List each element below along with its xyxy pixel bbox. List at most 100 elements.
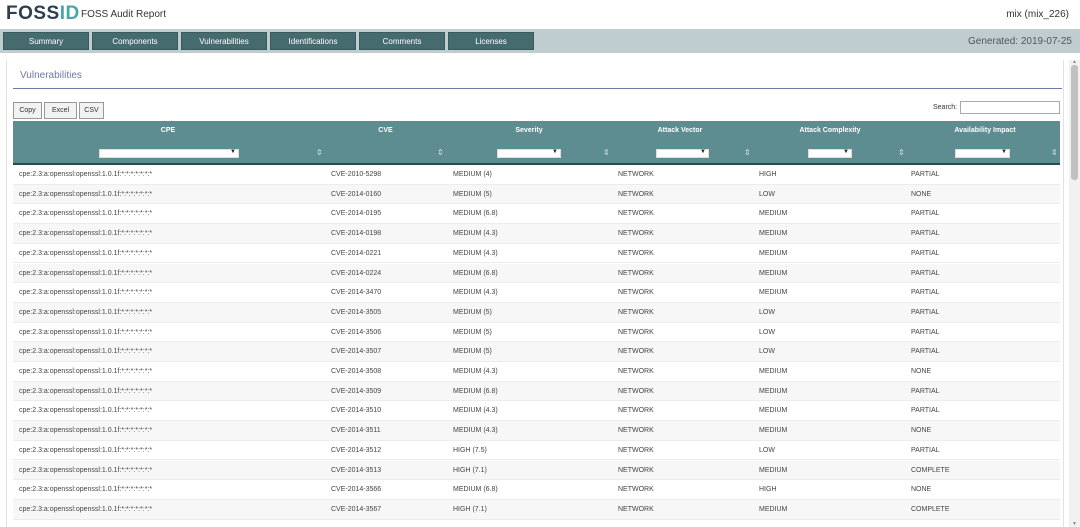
table-row[interactable]: cpe:2.3:a:openssl:openssl:1.0.1f:*:*:*:*… [13,362,1060,382]
cell-availability-impact: PARTIAL [911,210,940,218]
cell-cve: CVE-2014-3505 [331,308,382,316]
col-header-availability-impact[interactable]: Availability Impact [910,127,1060,134]
cell-cve: CVE-2014-0195 [331,210,382,218]
cell-attack-complexity: MEDIUM [759,210,788,218]
cell-cpe: cpe:2.3:a:openssl:openssl:1.0.1f:*:*:*:*… [19,210,153,218]
cell-cve: CVE-2014-0224 [331,269,382,277]
cell-severity: MEDIUM (6.8) [453,486,498,494]
cell-availability-impact: PARTIAL [911,446,940,454]
cell-severity: MEDIUM (4.3) [453,230,498,238]
filter-attack-complexity-select[interactable]: ▼ [808,149,852,158]
cell-severity: MEDIUM (4.3) [453,249,498,257]
table-row[interactable]: cpe:2.3:a:openssl:openssl:1.0.1f:*:*:*:*… [13,224,1060,244]
cell-attack-complexity: MEDIUM [759,387,788,395]
cell-attack-vector: NETWORK [618,269,654,277]
cell-cpe: cpe:2.3:a:openssl:openssl:1.0.1f:*:*:*:*… [19,368,153,375]
chevron-down-icon: ▼ [1001,149,1007,155]
col-header-attack-vector[interactable]: Attack Vector [610,127,750,134]
cell-cve: CVE-2010-5298 [331,171,382,178]
cell-attack-complexity: HIGH [759,171,777,178]
tab-licenses[interactable]: Licenses [448,32,534,50]
table-row[interactable]: cpe:2.3:a:openssl:openssl:1.0.1f:*:*:*:*… [13,342,1060,362]
table-row[interactable]: cpe:2.3:a:openssl:openssl:1.0.1f:*:*:*:*… [13,283,1060,303]
cell-availability-impact: NONE [911,190,932,198]
sort-icon[interactable]: ⇕ [1051,148,1058,157]
cell-cve: CVE-2014-0198 [331,230,382,238]
table-row[interactable]: cpe:2.3:a:openssl:openssl:1.0.1f:*:*:*:*… [13,204,1060,225]
sort-icon[interactable]: ⇕ [316,148,323,157]
tab-comments[interactable]: Comments [359,32,445,50]
col-header-cpe[interactable]: CPE [13,127,323,134]
fossid-logo: FOSSID [6,3,80,24]
page-scrollbar[interactable]: ▲ ▼ [1069,60,1080,527]
chevron-down-icon: ▼ [843,149,849,155]
cell-attack-vector: NETWORK [618,210,654,218]
sort-icon[interactable]: ⇕ [744,148,751,157]
table-row[interactable]: cpe:2.3:a:openssl:openssl:1.0.1f:*:*:*:*… [13,441,1060,461]
table-row[interactable]: cpe:2.3:a:openssl:openssl:1.0.1f:*:*:*:*… [13,499,1060,520]
cell-cpe: cpe:2.3:a:openssl:openssl:1.0.1f:*:*:*:*… [19,466,153,474]
cell-cpe: cpe:2.3:a:openssl:openssl:1.0.1f:*:*:*:*… [19,308,153,316]
cell-attack-vector: NETWORK [618,328,654,336]
sort-icon[interactable]: ⇕ [898,148,905,157]
col-header-severity[interactable]: Severity [448,127,610,134]
cell-severity: MEDIUM (6.8) [453,210,498,218]
cell-cpe: cpe:2.3:a:openssl:openssl:1.0.1f:*:*:*:*… [19,289,153,297]
table-row[interactable]: cpe:2.3:a:openssl:openssl:1.0.1f:*:*:*:*… [13,421,1060,441]
cell-attack-vector: NETWORK [618,466,654,474]
table-row[interactable]: cpe:2.3:a:openssl:openssl:1.0.1f:*:*:*:*… [13,460,1060,481]
filter-cpe-select[interactable]: ▼ [99,149,239,158]
table-header: CPE CVE Severity Attack Vector Attack Co… [13,121,1060,163]
cell-cpe: cpe:2.3:a:openssl:openssl:1.0.1f:*:*:*:*… [19,407,153,415]
cell-attack-complexity: MEDIUM [759,230,788,238]
cell-cve: CVE-2014-3566 [331,486,382,494]
cell-attack-vector: NETWORK [618,289,654,297]
table-row[interactable]: cpe:2.3:a:openssl:openssl:1.0.1f:*:*:*:*… [13,480,1060,500]
copy-button[interactable]: Copy [13,102,42,119]
cell-severity: HIGH (7.1) [453,466,487,474]
cell-attack-complexity: LOW [759,190,775,198]
cell-availability-impact: PARTIAL [911,289,940,297]
table-row[interactable]: cpe:2.3:a:openssl:openssl:1.0.1f:*:*:*:*… [13,184,1060,205]
cell-attack-complexity: MEDIUM [759,407,788,415]
filter-availability-impact-select[interactable]: ▼ [955,149,1010,158]
col-header-cve[interactable]: CVE [323,127,448,134]
cell-cpe: cpe:2.3:a:openssl:openssl:1.0.1f:*:*:*:*… [19,427,153,435]
cell-severity: HIGH (7.1) [453,505,487,513]
cell-availability-impact: NONE [911,368,932,375]
sort-icon[interactable]: ⇕ [603,148,610,157]
table-row[interactable]: cpe:2.3:a:openssl:openssl:1.0.1f:*:*:*:*… [13,381,1060,402]
tab-identifications[interactable]: Identifications [270,32,356,50]
cell-attack-complexity: MEDIUM [759,427,788,435]
col-header-attack-complexity[interactable]: Attack Complexity [750,127,910,134]
filter-attack-vector-select[interactable]: ▼ [656,149,709,158]
table-row[interactable]: cpe:2.3:a:openssl:openssl:1.0.1f:*:*:*:*… [13,165,1060,185]
cell-cve: CVE-2014-3511 [331,427,381,435]
scroll-thumb[interactable] [1071,65,1078,180]
scroll-down-icon[interactable]: ▼ [1071,522,1078,527]
cell-cpe: cpe:2.3:a:openssl:openssl:1.0.1f:*:*:*:*… [19,486,153,494]
cell-severity: MEDIUM (4.3) [453,427,498,435]
table-row[interactable]: cpe:2.3:a:openssl:openssl:1.0.1f:*:*:*:*… [13,263,1060,284]
sort-icon[interactable]: ⇕ [437,148,444,157]
filter-severity-select[interactable]: ▼ [497,149,561,158]
table-row[interactable]: cpe:2.3:a:openssl:openssl:1.0.1f:*:*:*:*… [13,244,1060,264]
tab-components[interactable]: Components [92,32,178,50]
cell-attack-vector: NETWORK [618,486,654,494]
tab-summary[interactable]: Summary [3,32,89,50]
table-row[interactable]: cpe:2.3:a:openssl:openssl:1.0.1f:*:*:*:*… [13,401,1060,422]
cell-severity: MEDIUM (4.3) [453,289,498,297]
cell-availability-impact: PARTIAL [911,269,940,277]
excel-button[interactable]: Excel [44,102,77,119]
csv-button[interactable]: CSV [79,102,104,119]
cell-availability-impact: PARTIAL [911,308,940,316]
user-label[interactable]: mix (mix_226) [1006,9,1069,20]
cell-attack-vector: NETWORK [618,308,654,316]
tab-vulnerabilities[interactable]: Vulnerabilities [181,32,267,50]
cell-attack-vector: NETWORK [618,190,654,198]
search-input[interactable] [960,101,1060,114]
cell-cpe: cpe:2.3:a:openssl:openssl:1.0.1f:*:*:*:*… [19,171,153,178]
table-row[interactable]: cpe:2.3:a:openssl:openssl:1.0.1f:*:*:*:*… [13,302,1060,323]
cell-availability-impact: COMPLETE [911,505,950,513]
table-row[interactable]: cpe:2.3:a:openssl:openssl:1.0.1f:*:*:*:*… [13,323,1060,343]
